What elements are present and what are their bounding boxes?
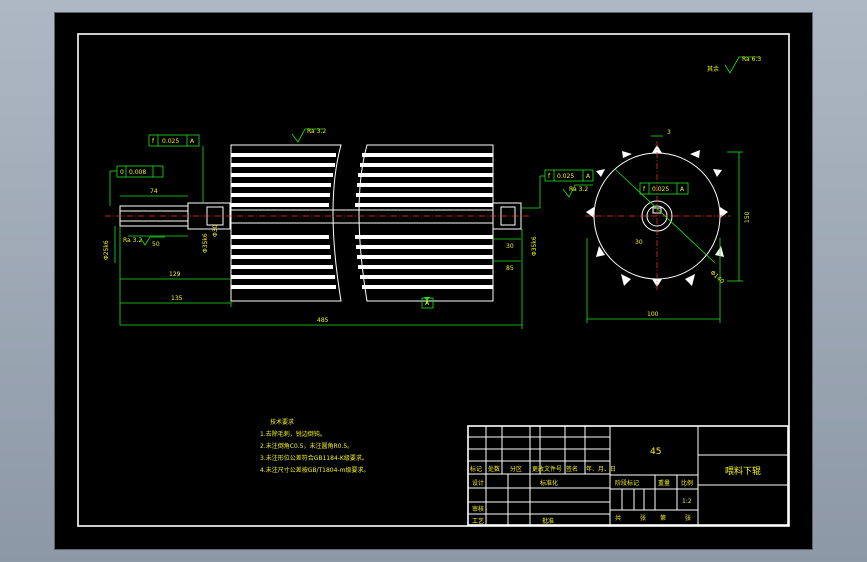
tol-frame-left-mid: 0 0.008	[109, 165, 164, 206]
sheet-page: 张	[640, 514, 646, 522]
header-date: 年、月、日	[586, 465, 616, 473]
side-tol-frame: f 0.025 A	[639, 182, 689, 195]
dim-74: 74	[120, 188, 188, 197]
svg-text:0.008: 0.008	[129, 169, 146, 176]
standardization-label: 标准化	[540, 479, 558, 487]
roughness-left: Ra 3.2	[123, 237, 142, 244]
scale-value: 1:2	[682, 498, 692, 505]
svg-text:f: f	[548, 173, 551, 180]
header-count: 处数	[488, 465, 500, 473]
roughness-note: 其余 Ra 6.3	[707, 56, 761, 74]
material: 45	[650, 447, 661, 457]
dim-diam-large: Φ140	[709, 269, 726, 285]
fit-right: Φ35k6	[531, 236, 538, 256]
svg-text:30: 30	[506, 243, 514, 250]
svg-text:0.025: 0.025	[162, 138, 179, 145]
roughness-right: Ra 3.2	[569, 186, 588, 193]
dim-30: 30	[493, 238, 521, 250]
tech-req-item: 3.未注形位公差符合GB1184-K级要求。	[260, 454, 368, 462]
svg-text:A: A	[190, 138, 195, 145]
svg-text:A: A	[586, 173, 591, 180]
fit-shoulder: Φ30	[212, 224, 219, 237]
roughness-note-prefix: 其余	[707, 65, 719, 73]
svg-text:74: 74	[150, 188, 158, 195]
svg-text:135: 135	[171, 295, 183, 302]
roller-ribs-left	[231, 153, 336, 289]
header-sign: 签名	[566, 465, 578, 473]
roller-ribs-right	[355, 153, 493, 289]
weight-label: 重量	[658, 479, 670, 487]
svg-text:50: 50	[152, 241, 160, 248]
dim-85: 85	[493, 260, 521, 272]
main-view: Ra 3.2 f 0.025 A 0 0.008 74 50 Ra 3.2 Φ2…	[103, 128, 594, 329]
sheet-of: 第	[660, 514, 666, 522]
header-change-doc: 更改文件号	[532, 465, 562, 473]
sheet-page2: 张	[685, 514, 691, 522]
tech-req-item: 2.未注倒角C0.5，未注圆角R0.5。	[260, 442, 353, 450]
drawing-canvas: 其余 Ra 6.3 Ra 3.2 f 0.025 A 0 0.008 74 50…	[77, 33, 790, 527]
side-view: f 0.025 A Φ140 3 30 150 100	[585, 129, 751, 323]
dim-height: 150	[727, 151, 751, 282]
designer-label: 设计	[472, 479, 484, 487]
scale-label: 比例	[681, 479, 693, 487]
part-name: 喂料下辊	[725, 465, 761, 477]
svg-text:85: 85	[506, 265, 514, 272]
svg-text:0.025: 0.025	[652, 186, 669, 193]
svg-text:0.025: 0.025	[557, 173, 574, 180]
svg-text:129: 129	[169, 271, 181, 278]
roughness-note-value: Ra 6.3	[742, 56, 761, 63]
dim-135: 135	[120, 295, 232, 307]
datum-a: A	[421, 297, 434, 309]
header-mark: 标记	[470, 465, 482, 473]
roughness-top: Ra 3.2	[307, 128, 326, 135]
sheet-total: 共	[615, 514, 621, 522]
svg-text:150: 150	[744, 211, 751, 223]
review-label: 审核	[472, 505, 484, 513]
svg-text:A: A	[680, 186, 685, 193]
title-block-grid	[468, 426, 610, 525]
svg-text:f: f	[152, 138, 155, 145]
svg-text:485: 485	[317, 317, 329, 324]
approval-label: 批准	[542, 517, 554, 525]
title-block: 45 喂料下辊 标记 处数 分区 更改文件号 签名 年、月、日 设计 标准化 审…	[467, 425, 789, 526]
svg-text:f: f	[643, 186, 646, 193]
cad-viewport[interactable]: 其余 Ra 6.3 Ra 3.2 f 0.025 A 0 0.008 74 50…	[55, 13, 812, 549]
stage-label: 阶段标记	[615, 479, 639, 487]
svg-text:0: 0	[120, 169, 124, 176]
tech-requirements: 技术要求 1.去除毛刺，锐边倒钝。 2.未注倒角C0.5，未注圆角R0.5。 3…	[260, 418, 369, 474]
fit-bearing: Φ35k6	[202, 233, 209, 253]
process-label: 工艺	[472, 517, 484, 525]
dim-top: 3	[667, 129, 671, 136]
drawing-border	[77, 33, 790, 527]
dim-small: 30	[635, 239, 643, 246]
fit-left: Φ25k6	[103, 240, 110, 260]
tech-req-item: 1.去除毛刺，锐边倒钝。	[260, 430, 326, 438]
svg-text:100: 100	[647, 311, 659, 318]
header-zone: 分区	[510, 465, 522, 473]
tech-req-item: 4.未注尺寸公差按GB/T1804-m级要求。	[260, 466, 369, 474]
tech-req-title: 技术要求	[270, 418, 294, 426]
